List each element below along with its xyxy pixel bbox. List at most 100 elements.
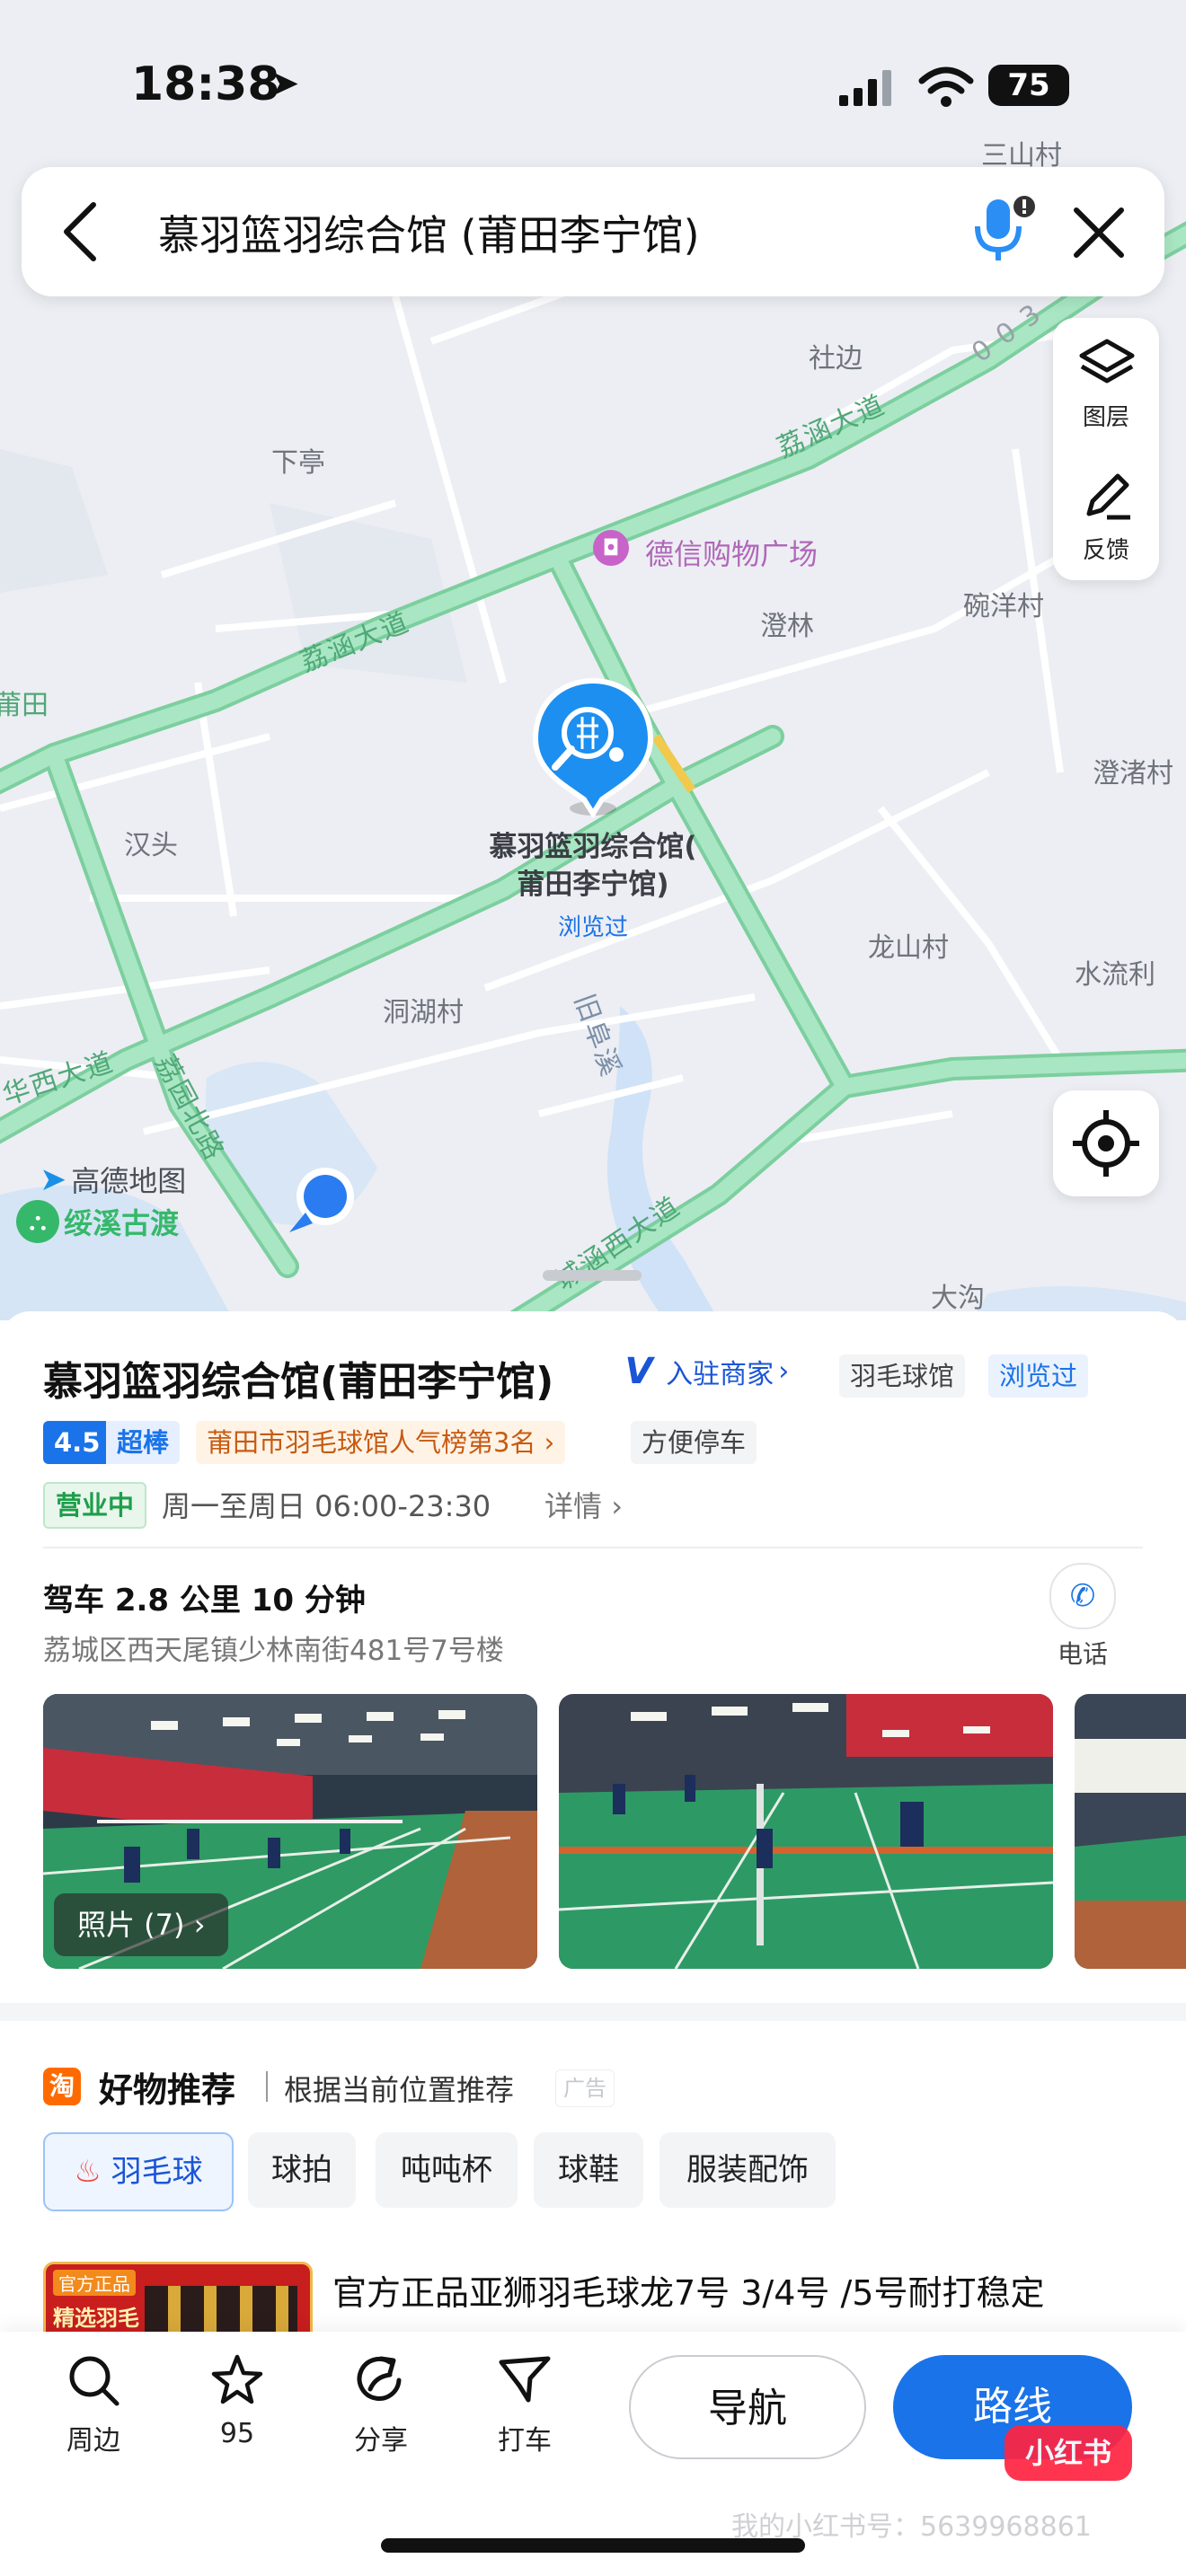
amap-logo: ➤ 高德地图	[40, 1159, 187, 1199]
taxi-icon	[499, 2356, 551, 2403]
product-title: 官方正品亚狮羽毛球龙7号 3/4号 /5号耐打稳定	[332, 2273, 1045, 2313]
visited-tag: 浏览过	[988, 1354, 1089, 1398]
place-label: 社边	[809, 343, 863, 375]
ad-label: 广告	[555, 2069, 615, 2107]
battery-level: 75	[1007, 67, 1050, 103]
taxi-label: 打车	[498, 2425, 552, 2457]
layers-button[interactable]: 图层	[1053, 318, 1159, 444]
map-view[interactable]: 慕羽篮羽综合馆( 莆田李宁馆) 浏览过 三山村 社边 下亭 ◘ 德信购物广场 澄…	[0, 0, 1186, 1320]
divider	[266, 2071, 268, 2102]
parking-tag: 方便停车	[631, 1421, 757, 1464]
layers-label: 图层	[1082, 404, 1129, 431]
details-label: 详情	[544, 1489, 603, 1523]
chip-label: 羽毛球	[111, 2154, 203, 2190]
feedback-button[interactable]: 反馈	[1053, 451, 1159, 577]
photo-gallery[interactable]: 照片 (7) ›	[43, 1694, 1186, 1971]
place-label: 德信购物广场	[645, 537, 819, 571]
place-label: 澄林	[760, 611, 814, 642]
place-label: 碗洋村	[963, 591, 1044, 622]
watermark-logo: 小红书	[1005, 2425, 1132, 2481]
address-text[interactable]: 荔城区西天尾镇少林南街481号7号楼	[43, 1628, 504, 1668]
photo-count-label: 照片 (7)	[77, 1908, 185, 1942]
photo-count-badge[interactable]: 照片 (7) ›	[54, 1893, 229, 1956]
verified-merchant-badge[interactable]: V 入驻商家 ›	[616, 1349, 790, 1399]
hours-details-link[interactable]: 详情 ›	[544, 1484, 623, 1525]
feedback-label: 反馈	[1082, 537, 1129, 564]
place-label: 水流利	[1075, 959, 1155, 991]
amap-logo-icon: ➤	[40, 1160, 67, 1198]
home-indicator	[381, 2538, 805, 2553]
fire-icon: ♨	[74, 2154, 102, 2190]
shuttlecock-tubes	[145, 2286, 297, 2333]
search-query-text[interactable]: 慕羽篮羽综合馆 (莆田李宁馆)	[158, 203, 700, 262]
sheet-drag-handle[interactable]	[543, 1270, 642, 1281]
star-icon	[211, 2354, 263, 2404]
scenic-spot-marker[interactable]: ⛬ 绥溪古渡	[16, 1200, 179, 1243]
recommend-subtitle: 根据当前位置推荐	[284, 2073, 515, 2107]
favorite-count: 95	[219, 2418, 255, 2449]
verified-v-icon: V	[624, 1351, 653, 1392]
poi-title: 慕羽篮羽综合馆(莆田李宁馆)	[43, 1359, 554, 1405]
product-card[interactable]: 官方正品 精选羽毛 官方正品亚狮羽毛球龙7号 3/4号 /5号耐打稳定	[43, 2262, 1157, 2333]
merchant-label: 入驻商家	[666, 1359, 774, 1390]
product-badge-official: 官方正品	[53, 2270, 136, 2296]
chevron-right-icon: ›	[544, 1427, 555, 1458]
chevron-right-icon: ›	[611, 1489, 623, 1523]
search-icon	[69, 2356, 119, 2406]
search-bar[interactable]: 慕羽篮羽综合馆 (莆田李宁馆)	[22, 167, 1164, 296]
photo-thumbnail[interactable]	[559, 1694, 1053, 1969]
place-label: 洞湖村	[383, 997, 464, 1028]
category-tag: 羽毛球馆	[839, 1354, 966, 1398]
divider	[43, 1547, 1143, 1548]
chevron-right-icon: ›	[778, 1355, 790, 1388]
open-status-badge: 营业中	[43, 1482, 147, 1529]
ranking-tag[interactable]: 莆田市羽毛球馆人气榜第3名 ›	[196, 1421, 566, 1464]
favorite-button[interactable]: 95	[183, 2353, 291, 2449]
badminton-pin-icon	[532, 677, 654, 817]
shopping-mall-icon: ◘	[593, 530, 629, 566]
section-separator	[0, 2003, 1186, 2021]
phone-button[interactable]: ✆ 电话	[1042, 1563, 1123, 1671]
court-photo	[1075, 1694, 1186, 1969]
chip-apparel[interactable]: 服装配饰	[659, 2132, 836, 2208]
amap-logo-text: 高德地图	[71, 1164, 187, 1198]
locate-me-button[interactable]	[1053, 1090, 1159, 1196]
place-label: 龙山村	[868, 932, 949, 964]
photo-thumbnail[interactable]: 照片 (7) ›	[43, 1694, 537, 1969]
scenic-spot-label: 绥溪古渡	[64, 1206, 180, 1240]
photo-thumbnail[interactable]	[1075, 1694, 1186, 1969]
opening-hours: 周一至周日 06:00-23:30	[162, 1489, 491, 1523]
rating-label: 超棒	[106, 1421, 181, 1464]
map-tools-panel: 图层 反馈	[1053, 318, 1159, 580]
taobao-badge-icon: 淘	[43, 2068, 81, 2105]
battery-icon: 75	[988, 65, 1069, 106]
nearby-button[interactable]: 周边	[40, 2353, 147, 2457]
ranking-text: 莆田市羽毛球馆人气榜第3名	[207, 1427, 536, 1458]
locate-crosshair-icon	[1073, 1110, 1139, 1177]
poi-map-pin[interactable]	[528, 674, 658, 817]
chip-tumbler[interactable]: 吨吨杯	[376, 2132, 518, 2208]
place-label: 澄渚村	[1093, 758, 1173, 790]
chip-badminton[interactable]: ♨ 羽毛球	[43, 2132, 234, 2211]
location-arrow-icon: ➤	[270, 63, 300, 104]
product-image: 官方正品 精选羽毛	[43, 2262, 313, 2333]
place-label: 汉头	[124, 830, 178, 861]
nearby-label: 周边	[66, 2425, 120, 2457]
scenic-spot-icon: ⛬	[16, 1200, 59, 1243]
navigate-button[interactable]: 导航	[629, 2355, 866, 2459]
place-label: 下亭	[271, 447, 325, 479]
taxi-button[interactable]: 打车	[471, 2353, 579, 2457]
rating-score: 4.5	[43, 1421, 111, 1464]
pin-visited-label: 浏览过	[557, 914, 628, 941]
share-icon	[357, 2356, 402, 2401]
product-badge-feather: 精选羽毛	[53, 2306, 139, 2331]
place-label: 大沟	[931, 1283, 985, 1314]
chevron-right-icon: ›	[193, 1908, 206, 1942]
share-button[interactable]: 分享	[327, 2353, 435, 2457]
pin-label-line2: 莆田李宁馆)	[517, 869, 669, 901]
status-time: 18:38	[131, 57, 280, 111]
chip-shoes[interactable]: 球鞋	[534, 2132, 643, 2208]
recommend-title: 好物推荐	[99, 2070, 236, 2110]
chip-racket[interactable]: 球拍	[248, 2132, 356, 2208]
drive-info: 驾车 2.8 公里 10 分钟	[43, 1583, 366, 1619]
